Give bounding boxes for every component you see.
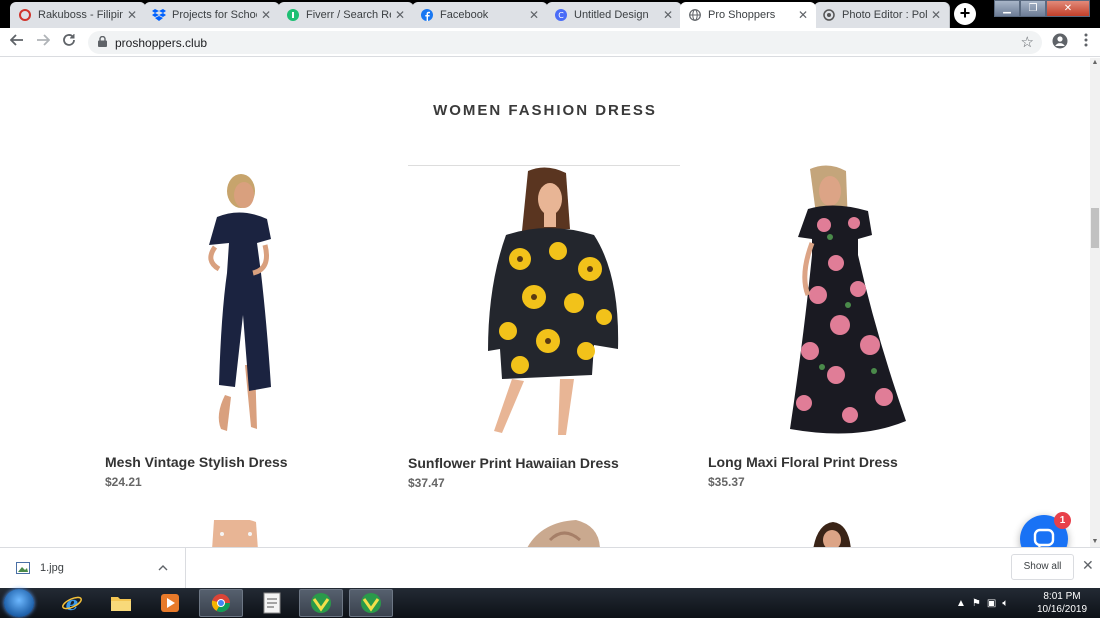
product-image[interactable]: [708, 165, 980, 441]
maximize-icon[interactable]: ❐: [1020, 0, 1046, 17]
url-text: proshoppers.club: [115, 35, 208, 50]
back-arrow-icon[interactable]: [7, 33, 27, 53]
tab-title: Pro Shoppers: [708, 9, 776, 21]
tab-close-icon[interactable]: ✕: [796, 8, 810, 22]
tab-strip: Rakuboss - Filipino ✕ Projects for Schoo…: [0, 0, 1100, 28]
address-bar[interactable]: proshoppers.club ☆: [88, 31, 1042, 54]
browser-toolbar: proshoppers.club ☆: [0, 28, 1100, 57]
start-button-icon[interactable]: [4, 589, 34, 617]
network-icon[interactable]: ▣: [987, 598, 996, 609]
chevron-up-icon[interactable]: [153, 562, 173, 574]
scroll-up-icon[interactable]: ▲: [1090, 58, 1100, 68]
clock-date: 10/16/2019: [1036, 604, 1088, 615]
download-item[interactable]: 1.jpg: [0, 548, 186, 588]
app-icon[interactable]: [299, 589, 343, 617]
tab-close-icon[interactable]: ✕: [259, 8, 273, 22]
volume-icon[interactable]: 🔈︎: [1002, 598, 1008, 609]
scroll-down-icon[interactable]: ▼: [1090, 537, 1100, 547]
product-name[interactable]: Sunflower Print Hawaiian Dress: [408, 455, 708, 471]
forward-arrow-icon[interactable]: [33, 33, 53, 53]
bookmark-star-icon[interactable]: ☆: [1021, 33, 1034, 51]
tab-title: Photo Editor : Polar: [842, 9, 927, 21]
lock-icon: [98, 35, 107, 50]
tab-pro-shoppers[interactable]: Pro Shoppers ✕: [680, 2, 816, 28]
minimize-icon[interactable]: ▁: [994, 0, 1020, 17]
tab-title: Fiverr / Search Resu: [306, 9, 391, 21]
product-image[interactable]: [408, 165, 680, 441]
page-viewport: WOMEN FASHION DRESS Mesh Vintage Stylish…: [0, 58, 1090, 547]
tab-close-icon[interactable]: ✕: [527, 8, 541, 22]
new-tab-button[interactable]: +: [954, 3, 976, 25]
product-name[interactable]: Mesh Vintage Stylish Dress: [105, 454, 405, 470]
chat-widget-button[interactable]: 1: [1020, 512, 1071, 547]
page-scrollbar[interactable]: ▲ ▼: [1090, 58, 1100, 547]
app-icon[interactable]: [349, 589, 393, 617]
product-image-peek[interactable]: [200, 520, 270, 547]
globe-icon: [688, 8, 702, 22]
fiverr-icon: [286, 8, 300, 22]
tab-photo-editor[interactable]: Photo Editor : Polar ✕: [814, 2, 950, 28]
system-tray: ▲ ⚑ ▣ 🔈︎: [956, 593, 1008, 613]
rakuboss-icon: [18, 8, 32, 22]
dropbox-icon: [152, 8, 166, 22]
show-hidden-icons-icon[interactable]: ▲: [956, 598, 966, 609]
profile-icon[interactable]: [1050, 33, 1070, 53]
chrome-icon[interactable]: [199, 589, 243, 617]
product-price: $35.37: [708, 475, 745, 489]
file-explorer-icon[interactable]: [99, 589, 143, 617]
notification-badge: 1: [1054, 512, 1071, 529]
close-shelf-icon[interactable]: ✕: [1082, 557, 1094, 574]
canva-icon: C: [554, 8, 568, 22]
tab-title: Rakuboss - Filipino: [38, 9, 123, 21]
tab-projects[interactable]: Projects for School ✕: [144, 2, 280, 28]
svg-text:C: C: [558, 11, 564, 20]
media-player-icon[interactable]: [148, 589, 192, 617]
download-shelf: 1.jpg Show all ✕: [0, 547, 1100, 588]
tab-close-icon[interactable]: ✕: [393, 8, 407, 22]
product-name[interactable]: Long Maxi Floral Print Dress: [708, 454, 1008, 470]
svg-text:e: e: [66, 592, 79, 614]
system-clock[interactable]: 8:01 PM 10/16/2019: [1034, 590, 1090, 616]
tab-close-icon[interactable]: ✕: [929, 8, 943, 22]
section-title: WOMEN FASHION DRESS: [433, 102, 657, 119]
tab-untitled-design[interactable]: C Untitled Design ✕: [546, 2, 682, 28]
close-window-icon[interactable]: ✕: [1046, 0, 1090, 17]
tab-title: Projects for School: [172, 9, 257, 21]
chat-bubble-icon: [1033, 528, 1055, 547]
flag-icon[interactable]: ⚑: [972, 598, 981, 609]
tab-fiverr[interactable]: Fiverr / Search Resu ✕: [278, 2, 414, 28]
image-file-icon: [16, 562, 30, 574]
product-price: $37.47: [408, 476, 445, 490]
tab-title: Untitled Design: [574, 9, 649, 21]
tab-rakuboss[interactable]: Rakuboss - Filipino ✕: [10, 2, 146, 28]
product-image-peek[interactable]: [520, 520, 610, 547]
reload-icon[interactable]: [59, 33, 79, 53]
product-image-peek[interactable]: [805, 520, 855, 547]
download-file-name: 1.jpg: [40, 562, 64, 574]
show-all-button[interactable]: Show all: [1011, 554, 1074, 580]
internet-explorer-icon[interactable]: e: [50, 589, 94, 617]
window-controls: ▁ ❐ ✕: [994, 0, 1090, 17]
clock-time: 8:01 PM: [1043, 591, 1081, 602]
document-icon[interactable]: [250, 589, 294, 617]
tab-title: Facebook: [440, 9, 489, 21]
facebook-icon: [420, 8, 434, 22]
tab-facebook[interactable]: Facebook ✕: [412, 2, 548, 28]
menu-dots-icon[interactable]: [1076, 33, 1096, 53]
polarr-icon: [822, 8, 836, 22]
tab-close-icon[interactable]: ✕: [125, 8, 139, 22]
windows-taskbar: e ▲ ⚑ ▣ 🔈︎ 8:01 PM 10/16/2019: [0, 588, 1100, 618]
product-price: $24.21: [105, 475, 142, 489]
scrollbar-thumb[interactable]: [1091, 208, 1099, 248]
tab-close-icon[interactable]: ✕: [661, 8, 675, 22]
product-image[interactable]: [105, 165, 377, 441]
